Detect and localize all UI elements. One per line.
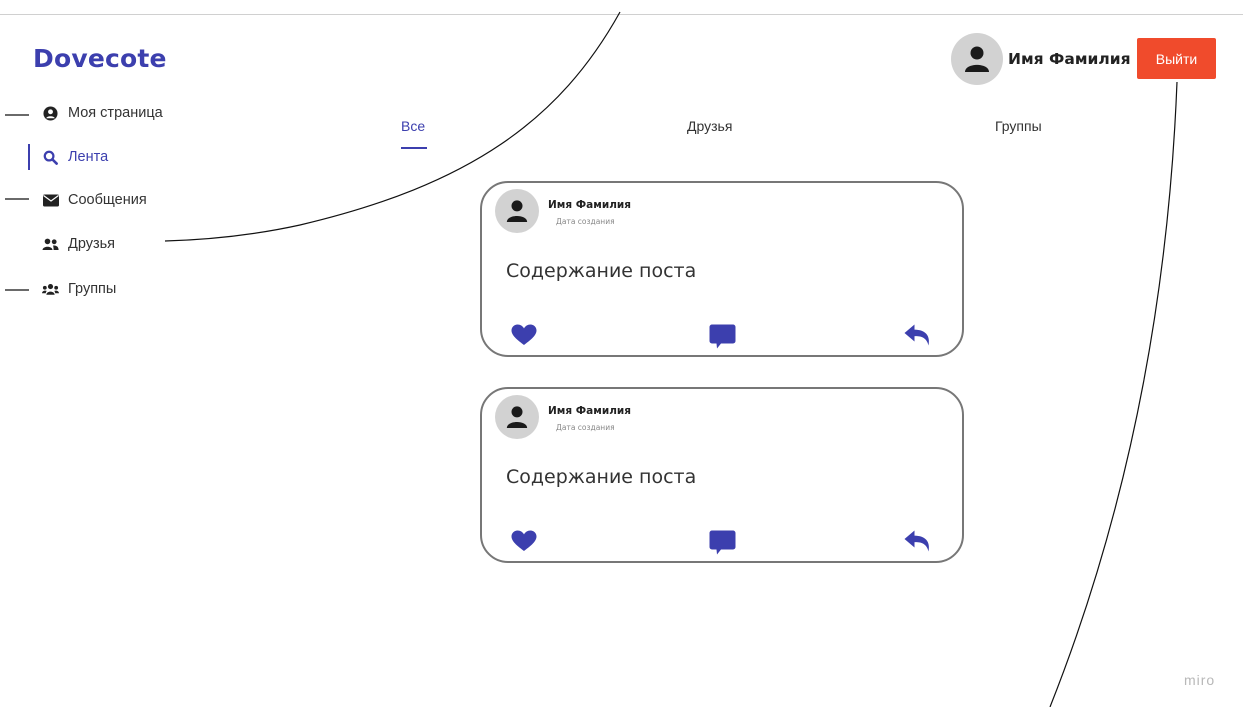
heart-icon bbox=[511, 324, 537, 345]
sidebar-item-label: Сообщения bbox=[68, 192, 147, 208]
comment-button[interactable] bbox=[709, 530, 736, 556]
sidebar-item-friends[interactable]: Друзья bbox=[42, 233, 115, 255]
post-content: Содержание поста bbox=[506, 466, 697, 488]
avatar[interactable] bbox=[495, 189, 539, 233]
user-icon bbox=[506, 406, 528, 428]
tab-groups[interactable]: Группы bbox=[995, 118, 1042, 134]
heart-icon bbox=[511, 530, 537, 551]
comment-icon bbox=[709, 530, 736, 555]
post-card: Имя Фамилия Дата создания Содержание пос… bbox=[480, 181, 964, 357]
sidebar-item-messages[interactable]: Сообщения bbox=[42, 189, 147, 211]
user-friends-icon bbox=[42, 236, 59, 253]
search-icon bbox=[42, 149, 59, 166]
post-author[interactable]: Имя Фамилия bbox=[548, 405, 631, 417]
comment-icon bbox=[709, 324, 736, 349]
users-group-icon bbox=[42, 281, 59, 298]
user-name[interactable]: Имя Фамилия bbox=[1008, 50, 1131, 68]
post-date: Дата создания bbox=[556, 423, 615, 432]
like-button[interactable] bbox=[511, 324, 537, 346]
app-logo[interactable]: Dovecote bbox=[33, 44, 167, 73]
post-card: Имя Фамилия Дата создания Содержание пос… bbox=[480, 387, 964, 563]
sidebar-item-label: Лента bbox=[68, 149, 109, 165]
tab-all[interactable]: Все bbox=[401, 118, 425, 134]
top-divider bbox=[0, 14, 1243, 15]
reply-button[interactable] bbox=[904, 324, 931, 346]
avatar[interactable] bbox=[951, 33, 1003, 85]
sidebar-item-my-page[interactable]: Моя страница bbox=[42, 102, 163, 124]
user-icon bbox=[965, 46, 989, 72]
watermark: miro bbox=[1184, 672, 1216, 688]
post-author[interactable]: Имя Фамилия bbox=[548, 199, 631, 211]
sidebar-item-groups[interactable]: Группы bbox=[42, 278, 116, 300]
comment-button[interactable] bbox=[709, 324, 736, 350]
like-button[interactable] bbox=[511, 530, 537, 552]
sidebar-item-feed[interactable]: Лента bbox=[42, 146, 108, 168]
tab-friends[interactable]: Друзья bbox=[687, 118, 732, 134]
sidebar-item-label: Группы bbox=[68, 281, 117, 297]
logout-button[interactable]: Выйти bbox=[1137, 38, 1216, 79]
post-content: Содержание поста bbox=[506, 260, 697, 282]
active-tab-underline bbox=[401, 147, 427, 149]
reply-button[interactable] bbox=[904, 530, 931, 552]
user-icon bbox=[506, 200, 528, 222]
user-circle-icon bbox=[42, 105, 59, 122]
post-date: Дата создания bbox=[556, 217, 615, 226]
envelope-icon bbox=[42, 192, 59, 209]
active-nav-indicator bbox=[28, 144, 30, 170]
reply-icon bbox=[904, 324, 929, 346]
sidebar-item-label: Моя страница bbox=[68, 105, 163, 121]
avatar[interactable] bbox=[495, 395, 539, 439]
reply-icon bbox=[904, 530, 929, 552]
sidebar-item-label: Друзья bbox=[68, 236, 116, 252]
